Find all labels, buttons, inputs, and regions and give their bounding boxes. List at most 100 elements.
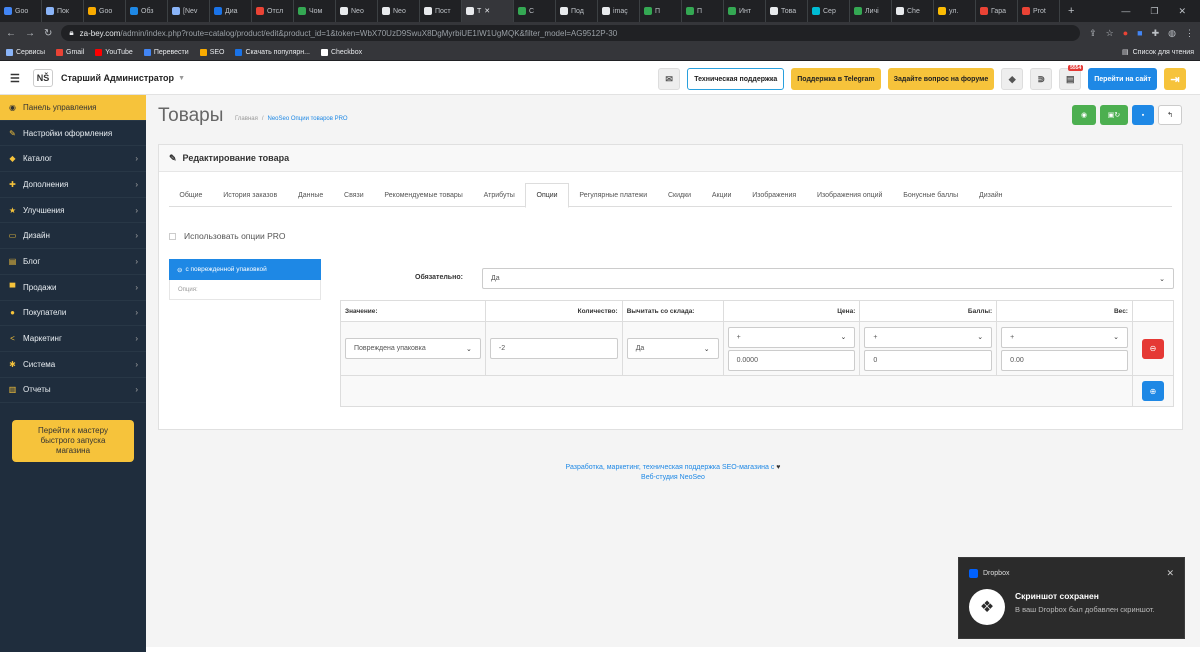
- sidebar-item[interactable]: ▀ Продажи ›: [0, 275, 146, 301]
- browser-tab[interactable]: [Nev: [168, 0, 210, 22]
- subtract-select[interactable]: Да ⌄: [626, 338, 719, 359]
- product-tab[interactable]: Изображения: [742, 183, 807, 207]
- reload-icon[interactable]: ↻: [44, 28, 52, 39]
- mail-button[interactable]: ✉: [658, 68, 681, 90]
- required-select[interactable]: Да ⌄: [482, 268, 1174, 289]
- sidebar-item[interactable]: ▤ Блог ›: [0, 249, 146, 275]
- url-field[interactable]: 🔒︎ za-bey.com/admin/index.php?route=cata…: [61, 25, 1081, 41]
- sidebar-item[interactable]: ✱ Система ›: [0, 352, 146, 378]
- browser-tab[interactable]: Neo: [336, 0, 378, 22]
- forward-icon[interactable]: →: [25, 28, 35, 39]
- product-tab[interactable]: Рекомендуемые товары: [374, 183, 473, 207]
- product-tab[interactable]: История заказов: [213, 183, 288, 207]
- back-icon[interactable]: ←: [6, 28, 16, 39]
- use-pro-checkbox[interactable]: [169, 232, 176, 240]
- footer-link[interactable]: Разработка, маркетинг, техническая подде…: [566, 464, 775, 471]
- browser-tab[interactable]: ул.: [934, 0, 976, 22]
- minimize-icon[interactable]: —: [1121, 6, 1130, 17]
- sidebar-item[interactable]: ✎ Настройки оформления: [0, 121, 146, 147]
- bookmark-item[interactable]: Gmail: [56, 48, 84, 56]
- bookmark-item[interactable]: Сервисы: [6, 48, 45, 56]
- product-tab[interactable]: Опции: [525, 183, 569, 208]
- bookmark-item[interactable]: Checkbox: [320, 48, 362, 56]
- product-tab[interactable]: Данные: [288, 183, 334, 207]
- bookmark-star-icon[interactable]: ☆: [1106, 28, 1114, 39]
- reading-list[interactable]: ▤ Список для чтения: [1122, 48, 1194, 57]
- notifications-button[interactable]: ▤ 5554: [1059, 65, 1084, 90]
- remove-value-button[interactable]: ⊖: [1141, 338, 1164, 359]
- profile-avatar[interactable]: ◍: [1168, 28, 1176, 39]
- browser-tab[interactable]: Инт: [724, 0, 766, 22]
- menu-icon[interactable]: ⋮: [1185, 28, 1194, 39]
- browser-tab[interactable]: Сер: [808, 0, 850, 22]
- sidebar-item[interactable]: ◉ Панель управления: [0, 95, 146, 121]
- weight-input[interactable]: 0.00: [1001, 349, 1128, 371]
- product-tab[interactable]: Регулярные платежи: [569, 183, 658, 207]
- browser-tab[interactable]: Goo: [84, 0, 126, 22]
- points-prefix-select[interactable]: + ⌄: [864, 326, 993, 348]
- browser-tab[interactable]: П: [682, 0, 724, 22]
- product-tab[interactable]: Дизайн: [969, 183, 1013, 207]
- footer-studio-link[interactable]: Веб-студия NeoSeo: [146, 473, 1200, 483]
- back-button[interactable]: ↰: [1158, 105, 1182, 125]
- menu-toggle-icon[interactable]: ☰: [10, 72, 24, 85]
- minus-circle-icon[interactable]: ⊖: [177, 266, 182, 274]
- price-input[interactable]: 0.0000: [727, 349, 856, 371]
- browser-tab[interactable]: Neo: [378, 0, 420, 22]
- bookmark-item[interactable]: YouTube: [95, 48, 133, 56]
- user-menu[interactable]: Старший Администратор ▼: [61, 73, 185, 83]
- view-button[interactable]: ◉: [1072, 105, 1096, 125]
- browser-tab[interactable]: Т ✕: [462, 0, 514, 22]
- sidebar-item[interactable]: ● Покупатели ›: [0, 301, 146, 327]
- add-value-button[interactable]: ⊕: [1141, 381, 1164, 401]
- close-icon[interactable]: ✕: [1166, 568, 1174, 579]
- product-tab[interactable]: Изображения опций: [807, 183, 893, 207]
- browser-tab[interactable]: Пок: [42, 0, 84, 22]
- new-tab-button[interactable]: +: [1060, 5, 1082, 17]
- value-select[interactable]: Повреждена упаковка ⌄: [345, 338, 481, 359]
- browser-tab[interactable]: Гара: [976, 0, 1018, 22]
- bookmark-item[interactable]: Перевести: [143, 48, 189, 56]
- bookmark-item[interactable]: Скачать популярн...: [235, 48, 310, 56]
- puzzle-icon[interactable]: ✚: [1152, 28, 1160, 39]
- browser-tab[interactable]: Отсл: [252, 0, 294, 22]
- share-icon[interactable]: ⇪: [1089, 28, 1097, 39]
- product-tab[interactable]: Атрибуты: [473, 183, 525, 207]
- quantity-input[interactable]: -2: [489, 338, 618, 359]
- breadcrumb-current[interactable]: NeoSeo Опции товаров PRO: [268, 116, 348, 122]
- telegram-button[interactable]: Поддержка в Telegram: [791, 68, 881, 90]
- logout-button[interactable]: ⇥: [1164, 68, 1186, 90]
- product-tab[interactable]: Акции: [701, 183, 741, 207]
- browser-tab[interactable]: Обз: [126, 0, 168, 22]
- sidebar-item[interactable]: ✚ Дополнения ›: [0, 172, 146, 198]
- breadcrumb-home[interactable]: Главная: [235, 116, 258, 122]
- product-tab[interactable]: Общие: [169, 183, 213, 207]
- forum-button[interactable]: Задайте вопрос на форуме: [887, 68, 995, 90]
- browser-tab[interactable]: П: [640, 0, 682, 22]
- browser-tab[interactable]: Goo: [0, 0, 42, 22]
- browser-tab[interactable]: С: [514, 0, 556, 22]
- close-tab-icon[interactable]: ✕: [484, 7, 490, 15]
- browser-tab[interactable]: Това: [766, 0, 808, 22]
- eraser-button[interactable]: ◆: [1001, 68, 1024, 90]
- option-item-active[interactable]: ⊖ с поврежденной упаковкой: [169, 259, 321, 280]
- sidebar-item[interactable]: ▥ Отчеты ›: [0, 378, 146, 404]
- product-tab[interactable]: Бонусные баллы: [893, 183, 969, 207]
- save-button[interactable]: ▪: [1132, 105, 1154, 125]
- product-tab[interactable]: Скидки: [658, 183, 702, 207]
- support-button[interactable]: Техническая поддержка: [687, 68, 785, 90]
- sidebar-item[interactable]: ▭ Дизайн ›: [0, 223, 146, 250]
- browser-tab[interactable]: Под: [556, 0, 598, 22]
- sidebar-item[interactable]: ◆ Каталог ›: [0, 146, 146, 173]
- price-prefix-select[interactable]: + ⌄: [727, 326, 856, 348]
- weight-prefix-select[interactable]: + ⌄: [1001, 326, 1128, 348]
- quick-start-wizard-button[interactable]: Перейти к мастеру быстрого запуска магаз…: [12, 420, 134, 463]
- sidebar-item[interactable]: ★ Улучшения ›: [0, 198, 146, 224]
- points-input[interactable]: 0: [864, 349, 993, 371]
- sidebar-item[interactable]: < Маркетинг ›: [0, 326, 146, 352]
- restore-icon[interactable]: ❐: [1150, 6, 1158, 17]
- product-tab[interactable]: Связи: [334, 183, 374, 207]
- browser-tab[interactable]: imaç: [598, 0, 640, 22]
- browser-tab[interactable]: Личі: [850, 0, 892, 22]
- extension-icon[interactable]: ■: [1137, 28, 1142, 38]
